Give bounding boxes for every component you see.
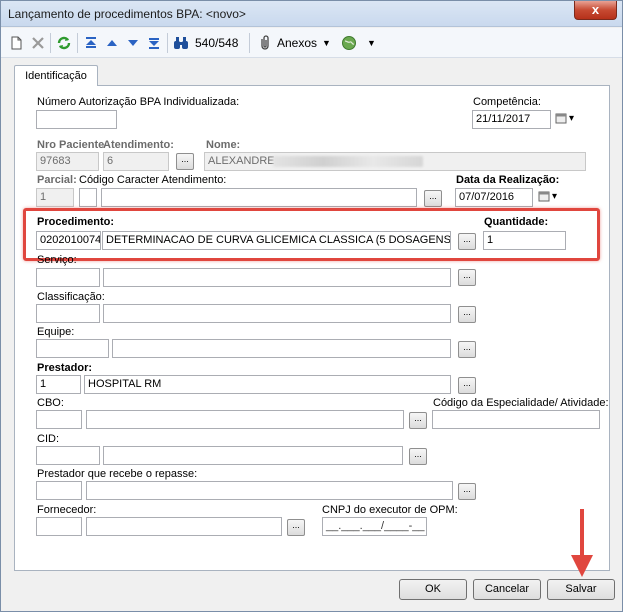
atendimento-lookup-button[interactable]: ... xyxy=(176,153,194,170)
prestador-label: Prestador: xyxy=(37,362,93,374)
equipe-label: Equipe: xyxy=(37,326,75,338)
autorizacao-label: Número Autorização BPA Individualizada: xyxy=(37,96,240,108)
cbo-label: CBO: xyxy=(37,397,64,409)
fornecedor-lookup-button[interactable]: ... xyxy=(287,519,305,536)
toolbar: 540/548 Anexos ▼ ▼ xyxy=(1,28,622,58)
title-bar: Lançamento de procedimentos BPA: <novo> … xyxy=(1,1,622,27)
servico-code-input[interactable] xyxy=(36,268,100,287)
codigo-caracter-lookup-button[interactable]: ... xyxy=(424,190,442,207)
delete-icon[interactable] xyxy=(30,35,46,51)
parcial-input[interactable]: 1 xyxy=(36,188,74,207)
servico-description-input[interactable] xyxy=(103,268,451,287)
globe-dropdown-icon[interactable]: ▼ xyxy=(367,38,376,48)
competencia-label: Competência: xyxy=(473,96,541,108)
last-record-icon[interactable] xyxy=(146,35,162,51)
red-arrow-annotation xyxy=(571,509,593,577)
especialidade-input[interactable] xyxy=(432,410,600,429)
cid-lookup-button[interactable]: ... xyxy=(409,448,427,465)
calendar-icon xyxy=(538,191,550,202)
previous-record-icon[interactable] xyxy=(104,35,120,51)
prestador-repasse-label: Prestador que recebe o repasse: xyxy=(37,468,198,480)
save-button[interactable]: Salvar xyxy=(547,579,615,600)
competencia-input[interactable]: 21/11/2017 xyxy=(472,110,551,129)
codigo-caracter-label: Código Caracter Atendimento: xyxy=(79,174,227,186)
servico-lookup-button[interactable]: ... xyxy=(458,269,476,286)
cid-description-input[interactable] xyxy=(103,446,403,465)
classificacao-label: Classificação: xyxy=(37,291,105,303)
classificacao-code-input[interactable] xyxy=(36,304,100,323)
fornecedor-description-input[interactable] xyxy=(86,517,282,536)
globe-icon[interactable] xyxy=(341,35,357,51)
paperclip-icon[interactable] xyxy=(257,35,273,51)
dialog-window: Lançamento de procedimentos BPA: <novo> … xyxy=(0,0,623,612)
cnpj-opm-input[interactable]: __.___.___/____-__ xyxy=(322,517,427,536)
binoculars-icon[interactable] xyxy=(173,35,189,51)
close-button[interactable]: x xyxy=(574,1,617,20)
equipe-lookup-button[interactable]: ... xyxy=(458,341,476,358)
atendimento-input[interactable]: 6 xyxy=(103,152,169,171)
prestador-lookup-button[interactable]: ... xyxy=(458,377,476,394)
servico-label: Serviço: xyxy=(37,254,77,266)
attachments-menu[interactable]: Anexos xyxy=(277,36,317,50)
cbo-lookup-button[interactable]: ... xyxy=(409,412,427,429)
prestador-description-input[interactable]: HOSPITAL RM xyxy=(84,375,451,394)
fornecedor-label: Fornecedor: xyxy=(37,504,97,516)
prestador-repasse-code-input[interactable] xyxy=(36,481,82,500)
classificacao-lookup-button[interactable]: ... xyxy=(458,306,476,323)
ok-button[interactable]: OK xyxy=(399,579,467,600)
prestador-code-input[interactable]: 1 xyxy=(36,375,81,394)
data-realizacao-calendar-button[interactable]: ▾ xyxy=(534,188,568,207)
next-record-icon[interactable] xyxy=(125,35,141,51)
cid-label: CID: xyxy=(37,433,59,445)
competencia-calendar-button[interactable]: ▾ xyxy=(551,110,585,129)
especialidade-label: Código da Especialidade/ Atividade: xyxy=(433,397,609,409)
equipe-code-input[interactable] xyxy=(36,339,109,358)
fornecedor-code-input[interactable] xyxy=(36,517,82,536)
autorizacao-input[interactable] xyxy=(36,110,117,129)
name-redaction xyxy=(273,156,423,167)
tab-identificacao[interactable]: Identificação xyxy=(14,65,98,86)
nome-label: Nome: xyxy=(206,139,241,151)
cancel-button[interactable]: Cancelar xyxy=(473,579,541,600)
cid-code-input[interactable] xyxy=(36,446,100,465)
cbo-description-input[interactable] xyxy=(86,410,404,429)
nro-paciente-label: Nro Paciente xyxy=(37,139,105,151)
cnpj-opm-label: CNPJ do executor de OPM: xyxy=(322,504,458,516)
first-record-icon[interactable] xyxy=(83,35,99,51)
codigo-caracter-description-input[interactable] xyxy=(101,188,417,207)
prestador-repasse-lookup-button[interactable]: ... xyxy=(458,483,476,500)
cbo-code-input[interactable] xyxy=(36,410,82,429)
record-counter: 540/548 xyxy=(195,36,239,50)
data-realizacao-label: Data da Realização: xyxy=(456,174,560,186)
equipe-description-input[interactable] xyxy=(112,339,451,358)
parcial-label: Parcial: xyxy=(37,174,77,186)
nro-paciente-input[interactable]: 97683 xyxy=(36,152,99,171)
codigo-caracter-code-input[interactable] xyxy=(79,188,97,207)
calendar-icon xyxy=(555,113,567,124)
classificacao-description-input[interactable] xyxy=(103,304,451,323)
atendimento-label: Atendimento: xyxy=(103,139,174,151)
refresh-icon[interactable] xyxy=(56,35,72,51)
window-title: Lançamento de procedimentos BPA: <novo> xyxy=(8,7,246,21)
data-realizacao-input[interactable]: 07/07/2016 xyxy=(455,188,533,207)
prestador-repasse-description-input[interactable] xyxy=(86,481,453,500)
procedimento-highlight-box xyxy=(23,208,600,261)
new-document-icon[interactable] xyxy=(8,35,24,51)
attachments-dropdown-icon[interactable]: ▼ xyxy=(322,38,331,48)
